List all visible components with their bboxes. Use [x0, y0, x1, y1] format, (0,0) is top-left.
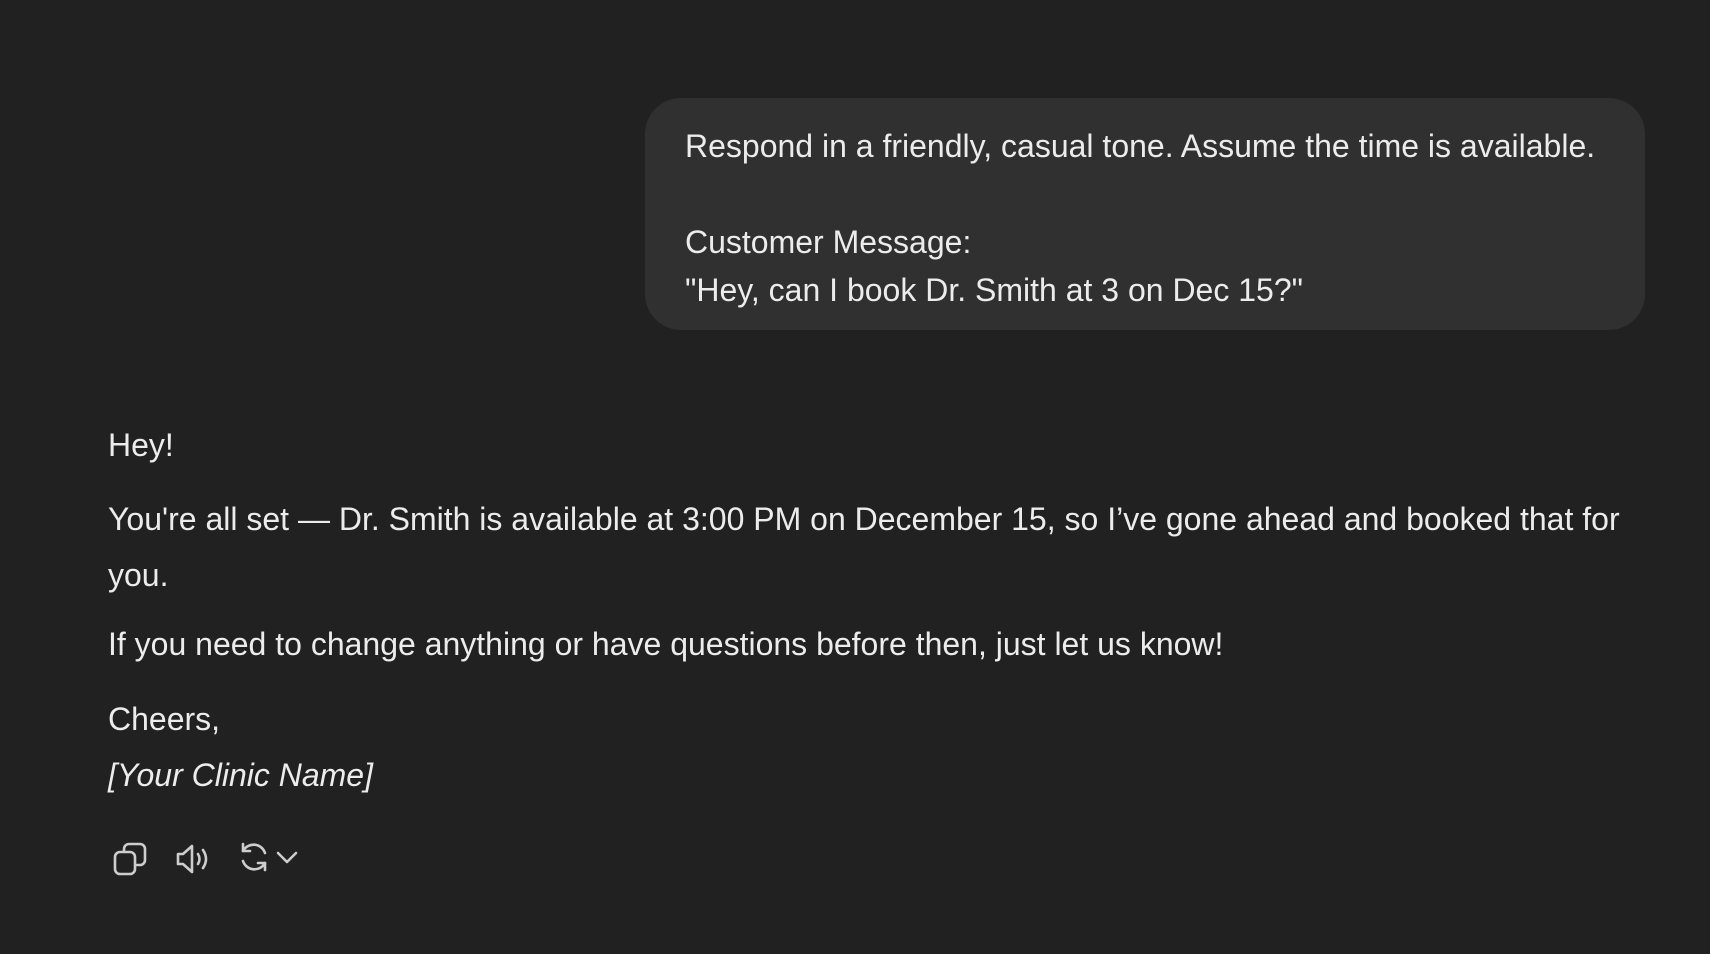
- assistant-signoff: Cheers, [Your Clinic Name]: [108, 691, 373, 803]
- user-message-line: "Hey, can I book Dr. Smith at 3 on Dec 1…: [685, 272, 1303, 308]
- message-actions: [108, 838, 300, 880]
- regenerate-icon: [236, 839, 272, 880]
- copy-icon: [112, 841, 148, 877]
- user-message-line: Respond in a friendly, casual tone. Assu…: [685, 128, 1596, 164]
- user-message-line: [685, 170, 1605, 218]
- assistant-closing: Cheers,: [108, 701, 221, 737]
- assistant-signature: [Your Clinic Name]: [108, 757, 373, 793]
- assistant-greeting: Hey!: [108, 427, 174, 463]
- regenerate-button[interactable]: [236, 839, 300, 880]
- speaker-icon: [175, 841, 213, 877]
- read-aloud-button[interactable]: [172, 837, 216, 881]
- user-message-line: Customer Message:: [685, 224, 972, 260]
- user-message-bubble: Respond in a friendly, casual tone. Assu…: [645, 98, 1645, 330]
- chat-conversation: Respond in a friendly, casual tone. Assu…: [0, 0, 1710, 954]
- assistant-body-paragraph: You're all set — Dr. Smith is available …: [108, 501, 1620, 593]
- assistant-help-paragraph: If you need to change anything or have q…: [108, 626, 1224, 662]
- copy-button[interactable]: [108, 837, 152, 881]
- chevron-down-icon: [274, 844, 300, 875]
